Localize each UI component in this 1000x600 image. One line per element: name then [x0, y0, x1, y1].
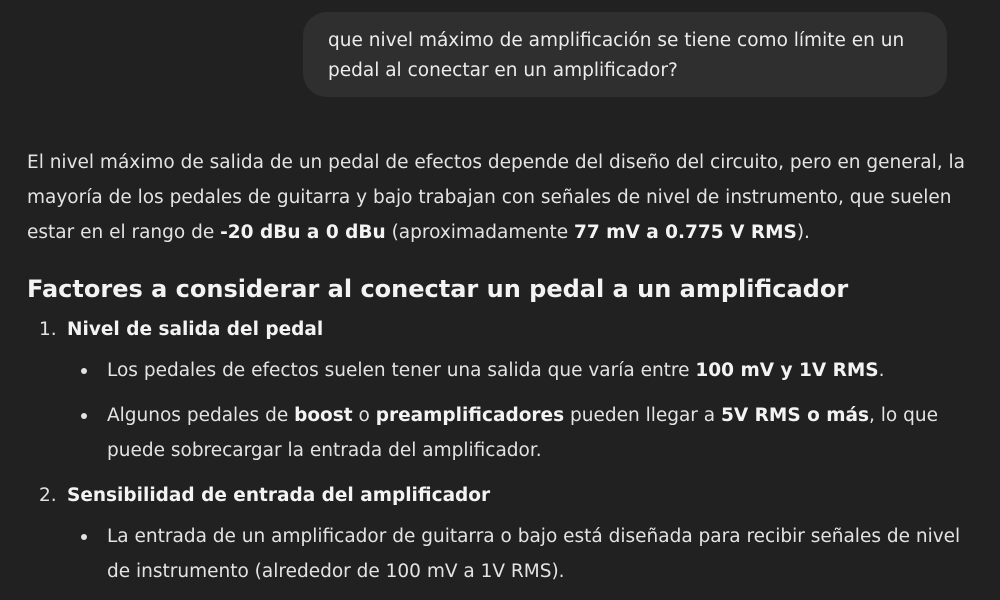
user-message-text: que nivel máximo de amplificación se tie… [328, 30, 905, 81]
intro-paragraph: El nivel máximo de salida de un pedal de… [27, 145, 987, 250]
factor-bullets: La entrada de un amplificador de guitarr… [67, 519, 987, 589]
bullet-bold: boost [294, 405, 353, 426]
factors-list: 1. Nivel de salida del pedal Los pedales… [27, 312, 987, 589]
bullet-bold: preamplificadores [375, 405, 565, 426]
bullet-item: Los pedales de efectos suelen tener una … [67, 353, 987, 388]
intro-bold-range-dbu: -20 dBu a 0 dBu [220, 222, 386, 243]
section-heading: Factores a considerar al conectar un ped… [27, 275, 849, 303]
bullet-item: La entrada de un amplificador de guitarr… [67, 519, 987, 589]
bullet-bold: 100 mV y 1V RMS [695, 360, 879, 381]
bullet-item: Algunos pedales de boost o preamplificad… [67, 398, 987, 468]
assistant-response: El nivel máximo de salida de un pedal de… [27, 145, 987, 599]
bullet-icon [81, 413, 87, 419]
intro-text: ). [796, 222, 810, 243]
bullet-bold: 5V RMS o más [721, 405, 870, 426]
bullet-text: Los pedales de efectos suelen tener una … [107, 360, 696, 381]
bullet-text: . [878, 360, 885, 381]
intro-text: (aproximadamente [385, 222, 574, 243]
bullet-text: La entrada de un amplificador de guitarr… [107, 526, 961, 582]
factor-bullets: Los pedales de efectos suelen tener una … [67, 353, 987, 468]
factor-item: 2. Sensibilidad de entrada del amplifica… [27, 478, 987, 589]
bullet-icon [81, 368, 87, 374]
intro-bold-range-volts: 77 mV a 0.775 V RMS [574, 222, 797, 243]
bullet-text: pueden llegar a [564, 405, 722, 426]
factor-title: Nivel de salida del pedal [67, 319, 324, 340]
factor-number: 1. [39, 319, 57, 340]
factor-title: Sensibilidad de entrada del amplificador [67, 485, 491, 506]
chat-conversation: que nivel máximo de amplificación se tie… [0, 0, 1000, 600]
bullet-text: Algunos pedales de [107, 405, 295, 426]
bullet-text: o [352, 405, 376, 426]
bullet-icon [81, 534, 87, 540]
factor-number: 2. [39, 485, 57, 506]
factor-item: 1. Nivel de salida del pedal Los pedales… [27, 312, 987, 468]
user-message-bubble: que nivel máximo de amplificación se tie… [303, 12, 947, 97]
